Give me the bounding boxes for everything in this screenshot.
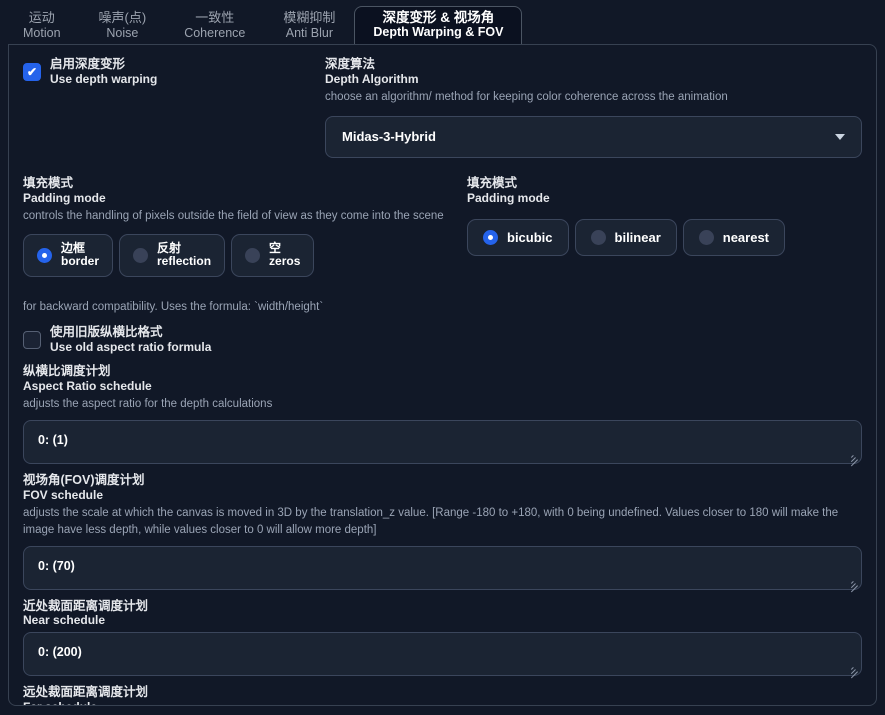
use-depth-warping-group: ✔ 启用深度变形 Use depth warping xyxy=(23,57,313,158)
padding-mode-option-border[interactable]: 边框 border xyxy=(23,233,114,277)
fov-schedule-group: 视场角(FOV)调度计划 FOV schedule adjusts the sc… xyxy=(23,473,862,592)
use-old-aspect-checkbox[interactable] xyxy=(23,330,41,349)
radio-unselected-icon xyxy=(133,247,149,263)
tab-depth-warping-fov-label-cn: 深度变形 & 视场角 xyxy=(382,9,495,25)
use-depth-warping-checkbox[interactable]: ✔ xyxy=(23,62,41,81)
depth-warping-fov-panel: 运动 Motion 噪声(点) Noise 一致性 Coherence 模糊抑制… xyxy=(0,0,885,715)
far-schedule-group: 远处裁面距离调度计划 Far schedule xyxy=(23,684,862,706)
sampling-mode-option-bicubic-label: bicubic xyxy=(507,229,553,245)
padding-mode-option-reflection-en: reflection xyxy=(157,254,212,269)
use-old-aspect-checkbox-row[interactable]: 使用旧版纵横比格式 Use old aspect ratio formula xyxy=(23,325,862,354)
check-icon: ✔ xyxy=(26,64,38,79)
aspect-ratio-schedule-group: 纵横比调度计划 Aspect Ratio schedule adjusts th… xyxy=(23,364,862,467)
fov-schedule-label-en: FOV schedule xyxy=(23,487,104,502)
radio-selected-icon xyxy=(483,229,498,245)
use-depth-warping-label-en: Use depth warping xyxy=(50,71,158,86)
tab-motion[interactable]: 运动 Motion xyxy=(4,7,80,45)
radio-selected-icon xyxy=(37,247,52,263)
use-depth-warping-label-cn: 启用深度变形 xyxy=(50,57,126,71)
aspect-ratio-schedule-input[interactable] xyxy=(23,420,862,465)
padding-mode-group: 填充模式 Padding mode controls the handling … xyxy=(23,176,453,277)
tab-motion-label-cn: 运动 xyxy=(28,10,55,26)
tab-noise-label-cn: 噪声(点) xyxy=(98,10,147,26)
padding-mode-label-en: Padding mode xyxy=(23,190,106,205)
sampling-mode-group: 填充模式 Padding mode bicubic bilinear neare… xyxy=(453,176,862,277)
legacy-aspect-note: for backward compatibility. Uses the for… xyxy=(23,300,324,313)
padding-mode-option-zeros-labels: 空 zeros xyxy=(269,240,301,269)
fov-schedule-description: adjusts the scale at which the canvas is… xyxy=(23,507,839,536)
tab-panel-content: ✔ 启用深度变形 Use depth warping 深度算法 Depth Al… xyxy=(8,44,877,706)
far-schedule-label-cn: 远处裁面距离调度计划 xyxy=(23,684,149,699)
aspect-ratio-schedule-description: adjusts the aspect ratio for the depth c… xyxy=(23,398,273,411)
near-schedule-group: 近处裁面距离调度计划 Near schedule xyxy=(23,598,862,679)
chevron-down-icon xyxy=(835,133,845,140)
sampling-mode-radio-group: bicubic bilinear nearest xyxy=(467,218,862,256)
padding-mode-description: controls the handling of pixels outside … xyxy=(23,209,444,222)
use-old-aspect-label-en: Use old aspect ratio formula xyxy=(50,339,212,354)
padding-mode-option-reflection[interactable]: 反射 reflection xyxy=(119,233,226,277)
tab-depth-warping-fov-label-en: Depth Warping & FOV xyxy=(373,25,504,39)
near-schedule-label-en: Near schedule xyxy=(23,613,106,628)
depth-algorithm-selected-value: Midas-3-Hybrid xyxy=(342,129,436,145)
tab-anti-blur[interactable]: 模糊抑制 Anti Blur xyxy=(264,7,354,45)
padding-mode-option-border-labels: 边框 border xyxy=(61,240,100,269)
sampling-mode-option-nearest[interactable]: nearest xyxy=(682,218,786,256)
depth-algorithm-label-cn: 深度算法 xyxy=(325,57,376,71)
tab-coherence-label-cn: 一致性 xyxy=(195,10,235,26)
padding-mode-option-zeros-en: zeros xyxy=(269,254,301,269)
padding-mode-option-zeros[interactable]: 空 zeros xyxy=(231,233,315,277)
padding-mode-label-cn: 填充模式 xyxy=(23,175,74,190)
radio-unselected-icon xyxy=(590,229,606,245)
tab-noise[interactable]: 噪声(点) Noise xyxy=(80,7,166,45)
padding-mode-option-border-en: border xyxy=(61,254,100,269)
padding-mode-option-reflection-cn: 反射 xyxy=(157,240,182,255)
sampling-mode-option-bilinear-label: bilinear xyxy=(614,229,661,245)
padding-mode-radio-group: 边框 border 反射 reflection 空 zeros xyxy=(23,233,453,277)
depth-algorithm-description: choose an algorithm/ method for keeping … xyxy=(325,91,728,104)
far-schedule-label-en: Far schedule xyxy=(23,700,862,706)
fov-schedule-input[interactable] xyxy=(23,545,862,590)
tab-anti-blur-label-en: Anti Blur xyxy=(285,26,333,40)
sampling-mode-option-bicubic[interactable]: bicubic xyxy=(467,218,569,256)
depth-algorithm-group: 深度算法 Depth Algorithm choose an algorithm… xyxy=(313,57,862,158)
tab-coherence-label-en: Coherence xyxy=(184,26,246,40)
tab-bar: 运动 Motion 噪声(点) Noise 一致性 Coherence 模糊抑制… xyxy=(0,0,885,45)
sampling-mode-label-cn: 填充模式 xyxy=(467,175,518,190)
aspect-ratio-schedule-field xyxy=(23,420,862,467)
near-schedule-label-cn: 近处裁面距离调度计划 xyxy=(23,598,149,613)
depth-algorithm-label-en: Depth Algorithm xyxy=(325,71,419,86)
tab-coherence[interactable]: 一致性 Coherence xyxy=(165,7,264,45)
sampling-mode-option-nearest-label: nearest xyxy=(722,229,770,245)
tab-depth-warping-fov[interactable]: 深度变形 & 视场角 Depth Warping & FOV xyxy=(354,5,523,45)
tab-noise-label-en: Noise xyxy=(106,26,139,40)
tab-anti-blur-label-cn: 模糊抑制 xyxy=(283,10,336,26)
depth-warping-row: ✔ 启用深度变形 Use depth warping 深度算法 Depth Al… xyxy=(23,57,862,158)
padding-mode-option-border-cn: 边框 xyxy=(61,240,86,255)
radio-unselected-icon xyxy=(245,247,261,263)
near-schedule-field xyxy=(23,631,862,679)
tab-motion-label-en: Motion xyxy=(23,26,61,40)
depth-algorithm-select[interactable]: Midas-3-Hybrid xyxy=(325,115,862,158)
near-schedule-input[interactable] xyxy=(23,631,862,676)
padding-mode-option-zeros-cn: 空 xyxy=(269,240,282,255)
use-depth-warping-checkbox-row[interactable]: ✔ 启用深度变形 Use depth warping xyxy=(23,57,313,86)
use-old-aspect-labels: 使用旧版纵横比格式 Use old aspect ratio formula xyxy=(50,325,211,354)
sampling-mode-option-bilinear[interactable]: bilinear xyxy=(574,218,677,256)
aspect-ratio-schedule-label-en: Aspect Ratio schedule xyxy=(23,379,152,394)
aspect-ratio-schedule-label-cn: 纵横比调度计划 xyxy=(23,364,111,379)
radio-unselected-icon xyxy=(698,229,714,245)
fov-schedule-label-cn: 视场角(FOV)调度计划 xyxy=(23,473,145,488)
padding-mode-row: 填充模式 Padding mode controls the handling … xyxy=(23,176,862,277)
fov-schedule-field xyxy=(23,545,862,592)
use-old-aspect-label-cn: 使用旧版纵横比格式 xyxy=(50,325,163,340)
use-depth-warping-labels: 启用深度变形 Use depth warping xyxy=(50,57,157,86)
sampling-mode-label-en: Padding mode xyxy=(467,190,550,205)
padding-mode-option-reflection-labels: 反射 reflection xyxy=(157,240,212,269)
